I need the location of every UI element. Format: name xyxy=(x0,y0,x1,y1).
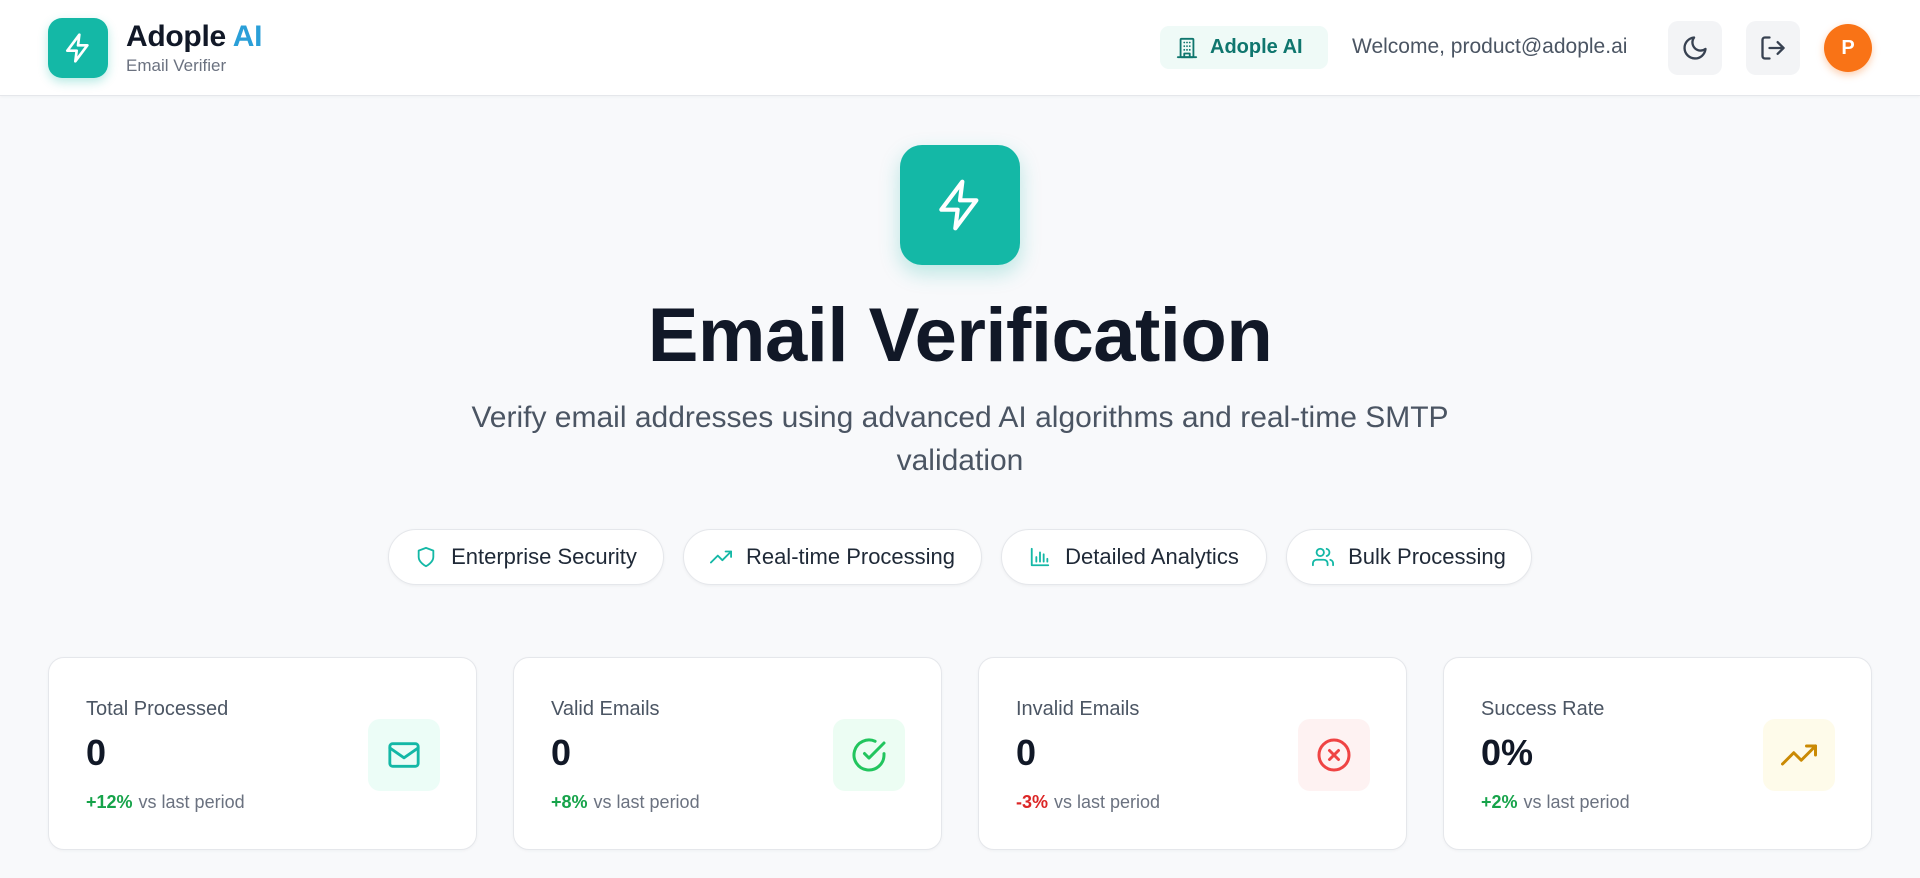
stat-trend-text: vs last period xyxy=(1523,792,1630,812)
mail-icon xyxy=(368,719,440,791)
stat-value: 0 xyxy=(551,732,572,773)
org-badge-label: Adople AI xyxy=(1210,36,1303,58)
feature-label: Detailed Analytics xyxy=(1065,544,1239,569)
feature-pill-enterprise-security: Enterprise Security xyxy=(388,529,664,585)
stat-delta: -3% xyxy=(1016,792,1049,812)
feature-pill-realtime-processing: Real-time Processing xyxy=(683,529,982,585)
stat-label: Invalid Emails xyxy=(1016,698,1140,720)
stat-label: Success Rate xyxy=(1481,698,1605,720)
stat-delta: +2% xyxy=(1481,792,1518,812)
logout-icon xyxy=(1759,34,1787,62)
brand-name[interactable]: Adople AI xyxy=(126,20,263,54)
stat-value: 0 xyxy=(86,732,107,773)
stat-trend-text: vs last period xyxy=(138,792,245,812)
stat-trend-text: vs last period xyxy=(1054,792,1161,812)
theme-toggle-button[interactable] xyxy=(1668,21,1722,75)
page-title: Email Verification xyxy=(647,293,1273,378)
check-circle-icon xyxy=(833,719,905,791)
stat-card-total-processed: Total Processed 0 +12% vs last period xyxy=(48,657,477,850)
bar-chart-icon xyxy=(1029,546,1051,568)
feature-pill-detailed-analytics: Detailed Analytics xyxy=(1001,529,1267,585)
logout-button[interactable] xyxy=(1746,21,1800,75)
feature-label: Real-time Processing xyxy=(745,544,956,569)
shield-icon xyxy=(415,546,437,568)
trending-up-icon xyxy=(709,546,732,568)
stat-value: 0 xyxy=(1016,732,1037,773)
feature-label: Enterprise Security xyxy=(451,544,637,569)
logo-bolt-icon[interactable] xyxy=(48,18,108,78)
stat-card-success-rate: Success Rate 0% +2% vs last period xyxy=(1443,657,1872,850)
feature-label: Bulk Processing xyxy=(1348,544,1506,569)
x-circle-icon xyxy=(1298,719,1370,791)
org-badge[interactable]: Adople AI xyxy=(1160,26,1328,69)
brand-name-accent: AI xyxy=(232,20,263,53)
stat-card-valid-emails: Valid Emails 0 +8% vs last period xyxy=(513,657,942,850)
users-icon xyxy=(1312,546,1335,568)
welcome-text: Welcome, product@adople.ai xyxy=(1352,35,1628,58)
stat-trend-text: vs last period xyxy=(593,792,700,812)
user-avatar[interactable]: P xyxy=(1824,24,1872,72)
trending-up-icon xyxy=(1763,719,1835,791)
building-icon xyxy=(1176,37,1198,59)
stat-delta: +8% xyxy=(551,792,588,812)
stat-trend: +2% vs last period xyxy=(1481,792,1630,813)
feature-pill-bulk-processing: Bulk Processing xyxy=(1286,529,1532,585)
brand-subtitle: Email Verifier xyxy=(126,56,227,75)
stat-value: 0% xyxy=(1481,732,1534,773)
stat-label: Total Processed xyxy=(86,698,229,720)
moon-icon xyxy=(1681,34,1709,62)
stat-card-invalid-emails: Invalid Emails 0 -3% vs last period xyxy=(978,657,1407,850)
brand-name-text: Adople xyxy=(126,20,226,53)
top-header: Adople AI Email Verifier Adople AI Welco… xyxy=(0,0,1920,96)
stat-trend: +12% vs last period xyxy=(86,792,245,813)
stat-trend: +8% vs last period xyxy=(551,792,700,813)
stat-label: Valid Emails xyxy=(551,698,660,720)
stat-delta: +12% xyxy=(86,792,133,812)
page-subtitle: Verify email addresses using advanced AI… xyxy=(471,401,1449,477)
hero-bolt-icon xyxy=(900,145,1020,265)
stat-trend: -3% vs last period xyxy=(1016,792,1160,813)
